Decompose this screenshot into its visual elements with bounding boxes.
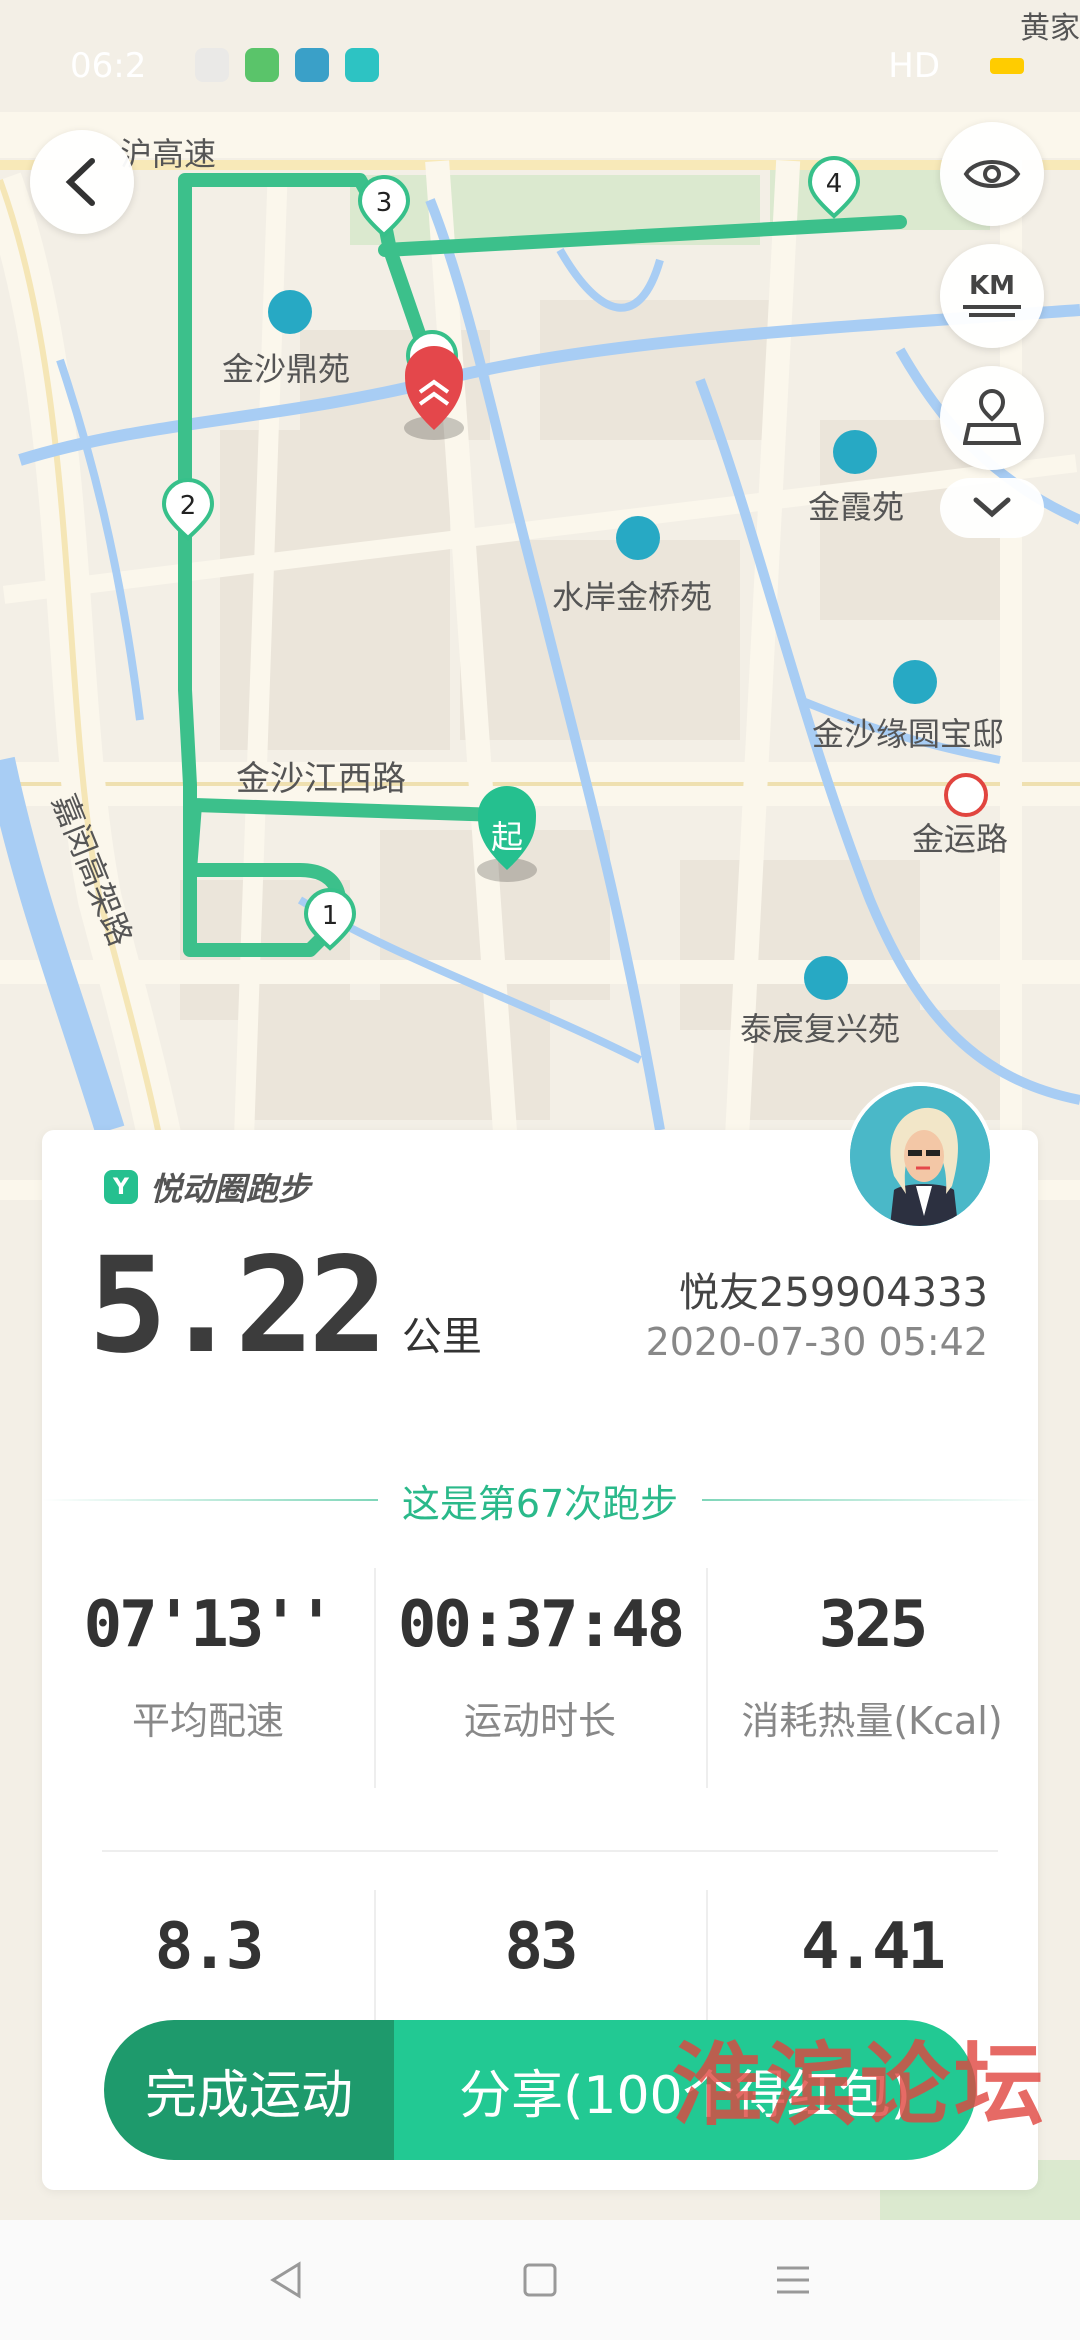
stat-value: 00:37:48 [397, 1588, 685, 1662]
start-marker[interactable]: 起 [477, 786, 537, 882]
toggle-visibility-button[interactable] [940, 122, 1044, 226]
stat-value: 4.41 [800, 1910, 946, 1984]
stats-row-1: 07'13'' 平均配速 00:37:48 运动时长 325 消耗热量(Kcal… [42, 1568, 1038, 1788]
chevron-left-icon [65, 158, 95, 206]
start-marker-label: 起 [491, 818, 523, 856]
stat-row2-3: 4.41 [706, 1890, 1038, 2110]
distance-unit: 公里 [401, 1314, 482, 1360]
stat-pace: 07'13'' 平均配速 [42, 1588, 374, 1745]
run-count-banner: 这是第67次跑步 [42, 1470, 1039, 1530]
km-markers-button[interactable]: KM [940, 244, 1044, 348]
divider-left [42, 1499, 378, 1501]
distance-value: 5.22 [88, 1229, 388, 1383]
km-label: KM [968, 271, 1016, 301]
app-icon-2 [245, 48, 279, 82]
finish-run-button[interactable]: 完成运动 [104, 2020, 394, 2160]
stat-label: 运动时长 [463, 1699, 616, 1743]
user-name: 悦友259904333 [678, 1270, 988, 1316]
map-label-jinsha-yuanyuan: 金沙缘圆宝邸 [812, 715, 1004, 753]
stat-calories: 325 消耗热量(Kcal) [706, 1568, 1038, 1788]
map-label-shuian-jinqiao: 水岸金桥苑 [552, 578, 712, 616]
avatar-illustration-icon [850, 1086, 990, 1226]
waypoint-label: 3 [376, 188, 393, 218]
km-road-icon [963, 305, 1021, 317]
map-label-jinyun-road: 金运路 [912, 820, 1008, 858]
app-icon-3 [295, 48, 329, 82]
stat-duration: 00:37:48 运动时长 [374, 1568, 706, 1788]
chevron-down-icon [973, 497, 1011, 518]
stat-value: 07'13'' [83, 1588, 336, 1662]
app-icon-4 [345, 48, 379, 82]
square-home-icon [523, 2263, 557, 2297]
nav-back-button[interactable] [247, 2240, 327, 2320]
stat-label: 消耗热量(Kcal) [741, 1699, 1003, 1743]
brand-logo-icon: Y [104, 1170, 138, 1204]
status-bar: 06:2 HD [0, 40, 1080, 100]
stat-row2-2: 83 [374, 1890, 706, 2110]
divider-right [702, 1499, 1039, 1501]
run-datetime: 2020-07-30 05:42 [645, 1320, 988, 1364]
stats-row-2: 8.3 83 4.41 [42, 1890, 1038, 2110]
system-nav-bar [0, 2220, 1080, 2340]
stat-value: 325 [818, 1588, 929, 1662]
brand: Y 悦动圈跑步 [104, 1164, 310, 1210]
distance: 5.22 公里 [88, 1240, 482, 1372]
waypoint-label: 1 [322, 901, 339, 931]
status-time: 06:2 [70, 46, 147, 86]
map-label-jinxia-yuan: 金霞苑 [808, 488, 904, 526]
map-label-taichen-fuxing: 泰宸复兴苑 [740, 1010, 900, 1048]
stat-value: 8.3 [154, 1910, 265, 1984]
app-icon-1 [195, 48, 229, 82]
waypoint-label: 4 [826, 169, 843, 199]
forum-watermark: 淮滨论坛 [672, 2032, 1048, 2138]
run-count-text: 这是第67次跑步 [401, 1481, 679, 1526]
nav-home-button[interactable] [500, 2240, 580, 2320]
triangle-back-icon [269, 2261, 301, 2299]
brand-name: 悦动圈跑步 [150, 1170, 311, 1208]
collapse-tools-button[interactable] [940, 478, 1044, 538]
end-marker[interactable] [404, 346, 464, 440]
menu-icon [777, 2266, 810, 2294]
map-style-button[interactable] [940, 366, 1044, 470]
map-pin-icon [963, 389, 1021, 445]
back-button[interactable] [30, 130, 134, 234]
eye-icon [963, 160, 1021, 188]
network-indicator: HD [888, 46, 940, 86]
avatar[interactable] [846, 1082, 994, 1230]
row-divider [102, 1850, 998, 1852]
nav-menu-button[interactable] [753, 2240, 833, 2320]
waypoint-label: 2 [180, 491, 197, 521]
map-label-jinsha-dingyuan: 金沙鼎苑 [222, 350, 350, 388]
stat-row2-1: 8.3 [42, 1910, 374, 1984]
stat-label: 平均配速 [131, 1699, 284, 1743]
map-label-expressway: 沪高速 [120, 135, 216, 173]
map-label-jinsha-jiangxi-road: 金沙江西路 [236, 759, 406, 799]
stat-value: 83 [504, 1910, 578, 1984]
battery-icon [990, 58, 1024, 74]
